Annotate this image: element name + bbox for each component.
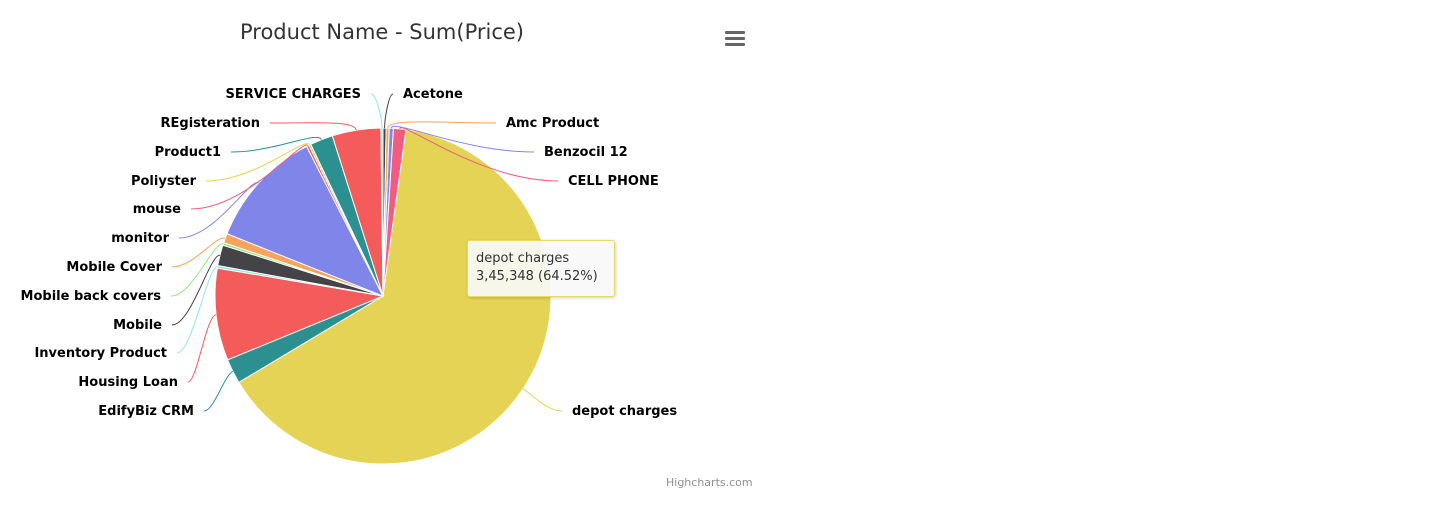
slice-label-edifybiz-crm: EdifyBiz CRM: [98, 404, 194, 419]
chart-container: Acetone Amc Product Benzocil 12 CELL PHONE d…: [0, 0, 760, 514]
connector-edifybiz-crm: [203, 370, 234, 412]
slice-label-benzocil-12: Benzocil 12: [544, 145, 628, 160]
slice-label-depot-charges: depot charges: [572, 404, 677, 419]
hamburger-menu-icon: [725, 31, 745, 34]
slice-label-service-charges: SERVICE CHARGES: [225, 87, 361, 102]
connector-amc-product: [387, 121, 497, 129]
tooltip-value: 3,45,348 (64.52%): [476, 269, 598, 284]
slice-label-mouse: mouse: [133, 202, 181, 217]
slice-label-product1: Product1: [155, 145, 221, 160]
slice-label-inventory-product: Inventory Product: [34, 346, 167, 361]
slice-label-cell-phone: CELL PHONE: [568, 174, 659, 189]
hamburger-menu-icon-bar: [725, 43, 745, 46]
pie-chart: Acetone Amc Product Benzocil 12 CELL PHONE d…: [21, 87, 677, 465]
connector-registeration: [269, 122, 357, 131]
connector-acetone: [384, 93, 394, 129]
connector-mobile-cover: [171, 237, 226, 268]
slice-label-mobile: Mobile: [113, 318, 162, 333]
slice-label-acetone: Acetone: [403, 87, 463, 102]
chart-menu-button[interactable]: [722, 28, 748, 50]
slice-label-poliyster: Poliyster: [131, 174, 197, 189]
slice-label-mobile-back-covers: Mobile back covers: [21, 289, 162, 304]
connector-depot-charges: [522, 388, 563, 412]
connector-service-charges: [370, 93, 383, 129]
chart-title: Product Name - Sum(Price): [239, 20, 524, 44]
slice-label-amc-product: Amc Product: [506, 116, 599, 131]
credits-link[interactable]: Highcharts.com: [666, 476, 753, 489]
hamburger-menu-icon-bar: [725, 37, 745, 40]
connector-housing-loan: [187, 314, 217, 383]
connector-inventory-product: [176, 266, 219, 354]
tooltip-name: depot charges: [476, 251, 570, 266]
slice-label-mobile-cover: Mobile Cover: [66, 260, 162, 275]
chart-tooltip: depot charges 3,45,348 (64.52%): [467, 240, 615, 297]
slice-label-registeration: REgisteration: [161, 116, 260, 131]
slice-label-monitor: monitor: [111, 231, 169, 246]
slice-label-housing-loan: Housing Loan: [78, 375, 178, 390]
